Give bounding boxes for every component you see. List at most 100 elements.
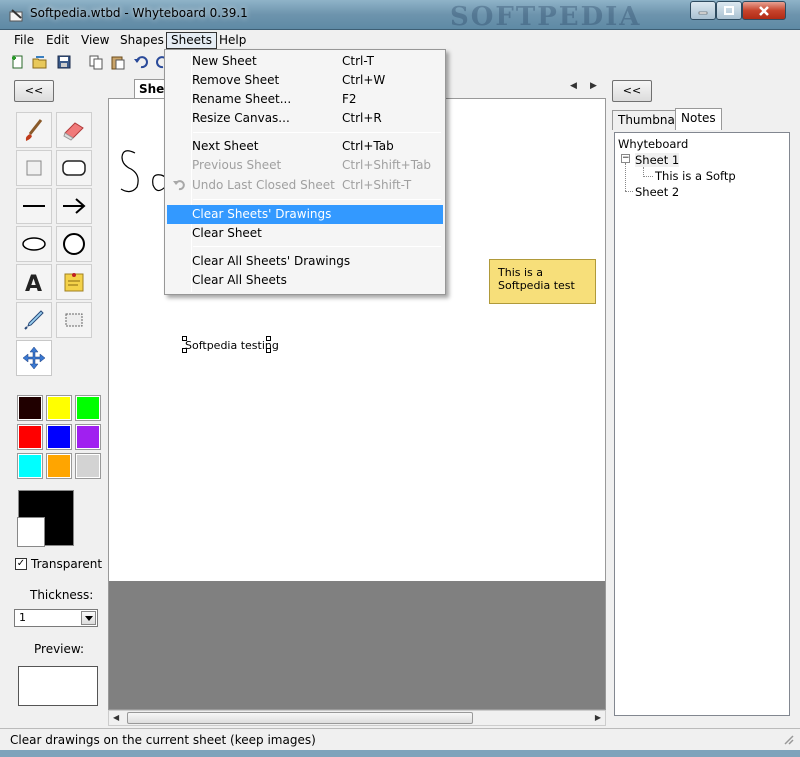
tree-collapse-icon[interactable]: − [621, 154, 630, 163]
thickness-value: 1 [19, 611, 26, 624]
scrollbar-thumb[interactable] [127, 712, 473, 724]
menu-item-rename-sheet[interactable]: Rename Sheet... F2 [167, 90, 443, 109]
resize-grip-icon[interactable] [782, 733, 794, 748]
line-tool-button[interactable] [16, 188, 52, 224]
rectangle-tool-button[interactable] [16, 150, 52, 186]
menu-item-clear-all-sheets[interactable]: Clear All Sheets [167, 271, 443, 290]
side-panel: << Thumbnails Notes Whyteboard − Sheet 1… [608, 76, 792, 721]
canvas-note[interactable]: This is a Softpedia test [489, 259, 596, 304]
note-tool-button[interactable] [56, 264, 92, 300]
collapse-tools-button[interactable]: << [14, 80, 54, 102]
open-file-icon[interactable] [32, 54, 48, 70]
tree-root[interactable]: Whyteboard [618, 137, 688, 151]
tree-line [643, 176, 653, 177]
color-swatch[interactable] [46, 424, 72, 450]
menu-separator [193, 246, 441, 247]
color-swatch[interactable] [75, 395, 101, 421]
color-swatch[interactable] [17, 395, 43, 421]
rounded-rectangle-icon [62, 160, 86, 176]
whyteboard-app-icon[interactable] [8, 7, 24, 23]
paste-icon[interactable] [110, 54, 126, 70]
copy-icon[interactable] [88, 54, 104, 70]
menu-item-next-sheet[interactable]: Next Sheet Ctrl+Tab [167, 137, 443, 156]
foreground-color-box[interactable] [17, 490, 74, 547]
menu-item-clear-all-sheets-drawings[interactable]: Clear All Sheets' Drawings [167, 252, 443, 271]
menu-file[interactable]: File [10, 32, 38, 49]
menu-view[interactable]: View [77, 32, 113, 49]
tree-line [625, 163, 626, 191]
note-icon [64, 273, 84, 292]
tree-line [625, 191, 633, 192]
canvas-text-item[interactable]: Softpedia testing [185, 339, 279, 352]
menu-item-resize-canvas[interactable]: Resize Canvas... Ctrl+R [167, 109, 443, 128]
transparent-option[interactable]: ✓ Transparent [15, 556, 102, 572]
color-swatch[interactable] [17, 453, 43, 479]
color-swatch[interactable] [46, 453, 72, 479]
menu-separator [193, 199, 441, 200]
tree-item-sheet-2[interactable]: Sheet 2 [635, 185, 679, 199]
scroll-right-icon[interactable]: ▶ [595, 713, 601, 722]
text-tool-button[interactable]: A [16, 264, 52, 300]
background-color-box[interactable] [17, 517, 45, 547]
text-icon: A [25, 272, 42, 295]
color-swatch[interactable] [75, 424, 101, 450]
menu-item-clear-sheet[interactable]: Clear Sheet [167, 224, 443, 243]
eraser-icon [63, 122, 84, 141]
tab-notes[interactable]: Notes [675, 108, 722, 130]
menu-item-remove-sheet[interactable]: Remove Sheet Ctrl+W [167, 71, 443, 90]
menu-item-new-sheet[interactable]: New Sheet Ctrl-T [167, 52, 443, 71]
menu-item-clear-sheets-drawings[interactable]: Clear Sheets' Drawings [167, 205, 443, 224]
menu-help[interactable]: Help [215, 32, 250, 49]
brush-tool-button[interactable] [16, 112, 52, 148]
eraser-tool-button[interactable] [56, 112, 92, 148]
tree-item-sheet-1[interactable]: Sheet 1 [635, 153, 680, 167]
resize-handle[interactable] [266, 336, 271, 341]
ellipse-tool-button[interactable] [16, 226, 52, 262]
chevron-down-icon[interactable] [81, 611, 96, 625]
select-icon [65, 313, 83, 327]
move-tool-button[interactable] [16, 340, 52, 376]
maximize-icon [724, 5, 734, 15]
app-window: Softpedia.wtbd - Whyteboard 0.39.1 SOFTP… [0, 0, 800, 757]
menu-item-undo-last-closed-sheet[interactable]: Undo Last Closed Sheet Ctrl+Shift-T [167, 176, 443, 195]
minimize-icon [698, 11, 708, 14]
color-swatch[interactable] [46, 395, 72, 421]
arrow-icon [63, 198, 86, 214]
tree-item-note[interactable]: This is a Softp [655, 169, 736, 183]
menu-sheets[interactable]: Sheets [166, 32, 217, 49]
tools-panel: << A ✓ Transparent Thickness: 1 Preview: [8, 76, 108, 712]
scroll-left-icon[interactable]: ◀ [113, 713, 119, 722]
new-file-icon[interactable] [10, 54, 26, 70]
undo-icon [172, 178, 186, 198]
select-tool-button[interactable] [56, 302, 92, 338]
resize-handle[interactable] [182, 336, 187, 341]
resize-handle[interactable] [182, 348, 187, 353]
tab-next-icon[interactable]: ▶ [590, 81, 597, 91]
menu-edit[interactable]: Edit [42, 32, 73, 49]
transparent-checkbox[interactable]: ✓ [15, 558, 27, 570]
arrow-tool-button[interactable] [56, 188, 92, 224]
menu-item-previous-sheet[interactable]: Previous Sheet Ctrl+Shift+Tab [167, 156, 443, 175]
maximize-button[interactable] [716, 1, 742, 20]
color-swatch[interactable] [17, 424, 43, 450]
tab-prev-icon[interactable]: ◀ [570, 81, 577, 91]
preview-label: Preview: [34, 642, 85, 656]
resize-handle[interactable] [266, 348, 271, 353]
circle-tool-button[interactable] [56, 226, 92, 262]
line-icon [23, 205, 45, 207]
close-button[interactable] [742, 1, 786, 20]
minimize-button[interactable] [690, 1, 716, 20]
thickness-label: Thickness: [30, 588, 94, 602]
horizontal-scrollbar[interactable]: ◀ ▶ [108, 710, 606, 726]
color-swatch[interactable] [75, 453, 101, 479]
brush-icon [25, 119, 43, 141]
thickness-select[interactable]: 1 [14, 609, 98, 627]
eyedropper-tool-button[interactable] [16, 302, 52, 338]
status-text: Clear drawings on the current sheet (kee… [10, 733, 316, 747]
collapse-side-panel-button[interactable]: << [612, 80, 652, 102]
save-icon[interactable] [56, 54, 72, 70]
rounded-rectangle-tool-button[interactable] [56, 150, 92, 186]
sheets-menu: New Sheet Ctrl-T Remove Sheet Ctrl+W Ren… [164, 49, 446, 295]
menu-shapes[interactable]: Shapes [116, 32, 168, 49]
undo-icon[interactable] [133, 54, 149, 70]
